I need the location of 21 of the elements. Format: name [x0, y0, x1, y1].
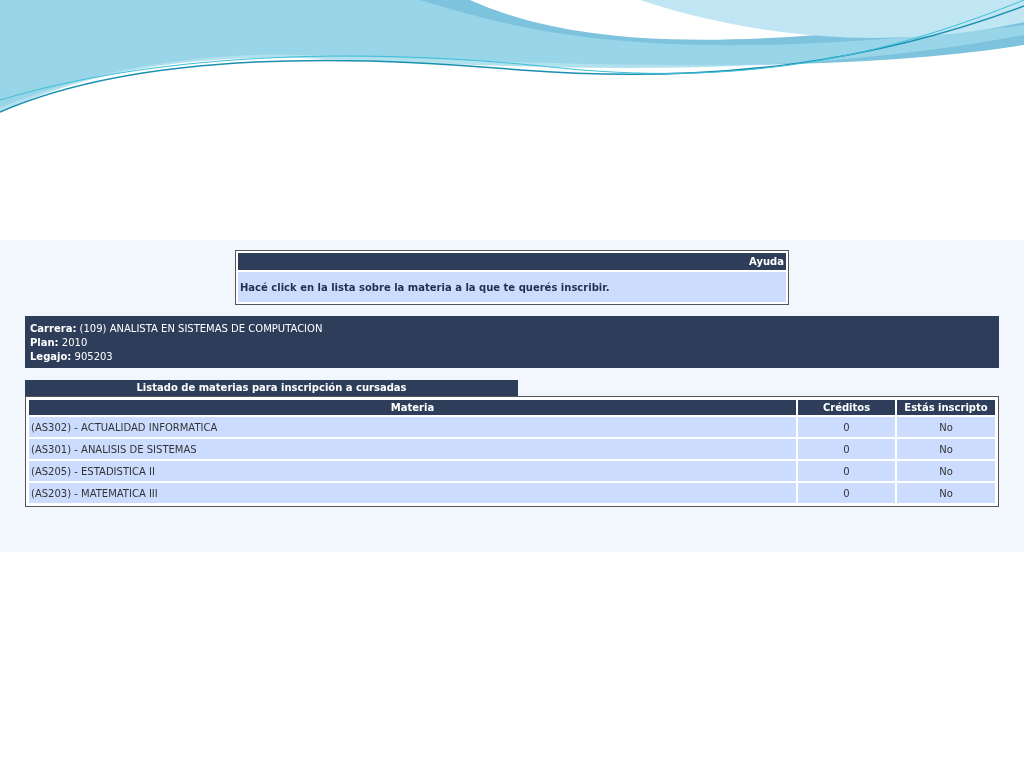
subject-link[interactable]: (AS203) - MATEMATICA III — [29, 483, 796, 503]
column-header: Materia — [29, 400, 796, 415]
list-title: Listado de materias para inscripción a cursadas — [25, 380, 518, 396]
info-line: Carrera: (109) ANALISTA EN SISTEMAS DE COMPUTACION — [30, 321, 324, 335]
column-header: Estás inscripto — [897, 400, 995, 415]
table-cell: 0 — [798, 417, 895, 437]
table-cell: 0 — [798, 461, 895, 481]
column-header: Créditos — [798, 400, 895, 415]
subject-link[interactable]: (AS302) - ACTUALIDAD INFORMATICA — [29, 417, 796, 437]
table-cell: No — [897, 483, 995, 503]
help-text: Hacé click en la lista sobre la materia a la que te querés inscribir. — [240, 280, 610, 295]
help-header: Ayuda — [238, 253, 786, 270]
table-cell: No — [897, 439, 995, 459]
subject-link[interactable]: (AS301) - ANALISIS DE SISTEMAS — [29, 439, 796, 459]
table-cell: No — [897, 461, 995, 481]
table-cell: 0 — [798, 439, 895, 459]
info-line: Plan: 2010 — [30, 335, 89, 349]
subject-link[interactable]: (AS205) - ESTADISTICA II — [29, 461, 796, 481]
table-cell: 0 — [798, 483, 895, 503]
info-line: Legajo: 905203 — [30, 349, 114, 363]
table-cell: No — [897, 417, 995, 437]
